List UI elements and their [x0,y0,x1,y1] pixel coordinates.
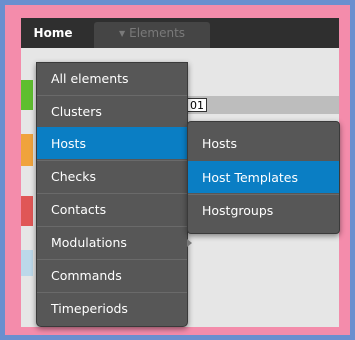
menu-item-contacts[interactable]: Contacts [37,193,187,225]
submenu-arrow-icon [187,239,192,247]
menu-item-commands[interactable]: Commands [37,259,187,291]
elements-menu: All elements Clusters Hosts Checks Conta… [36,62,192,327]
menu-item-checks[interactable]: Checks [37,160,187,192]
status-strip-blue [21,250,33,276]
status-strip-orange [21,134,33,166]
menu-item-label: Host Templates [202,170,298,185]
menu-item-clusters[interactable]: Clusters [37,95,187,127]
nav-home-link[interactable]: Home [26,22,80,44]
menu-item-hosts[interactable]: Hosts [37,127,187,159]
submenu-item-hostgroups[interactable]: Hostgroups [188,194,339,226]
menu-item-label: Timeperiods [51,301,128,316]
caret-down-icon: ▼ [118,29,126,38]
menu-item-label: Hosts [202,136,237,151]
menu-item-modulations[interactable]: Modulations [37,226,192,258]
menu-item-label: All elements [51,71,129,86]
hosts-submenu: Hosts Host Templates Hostgroups [187,121,340,234]
menu-item-label: Checks [51,169,96,184]
menu-item-label: Contacts [51,202,107,217]
menu-item-label: Commands [51,268,122,283]
nav-elements-dropdown[interactable]: ▼ Elements [94,22,210,48]
menu-item-all-elements[interactable]: All elements [37,63,187,95]
status-strip-red [21,196,33,226]
menu-item-label: Clusters [51,104,102,119]
menu-item-label: Modulations [51,235,127,250]
menu-item-timeperiods[interactable]: Timeperiods [37,292,187,324]
submenu-item-host-templates[interactable]: Host Templates [188,161,339,193]
nav-elements-label: Elements [129,26,186,40]
menu-item-label: Hostgroups [202,203,274,218]
top-navbar: Home ▼ Elements [21,18,339,48]
submenu-item-hosts[interactable]: Hosts [188,128,339,160]
status-strip-green [21,80,33,110]
menu-item-label: Hosts [51,136,86,151]
